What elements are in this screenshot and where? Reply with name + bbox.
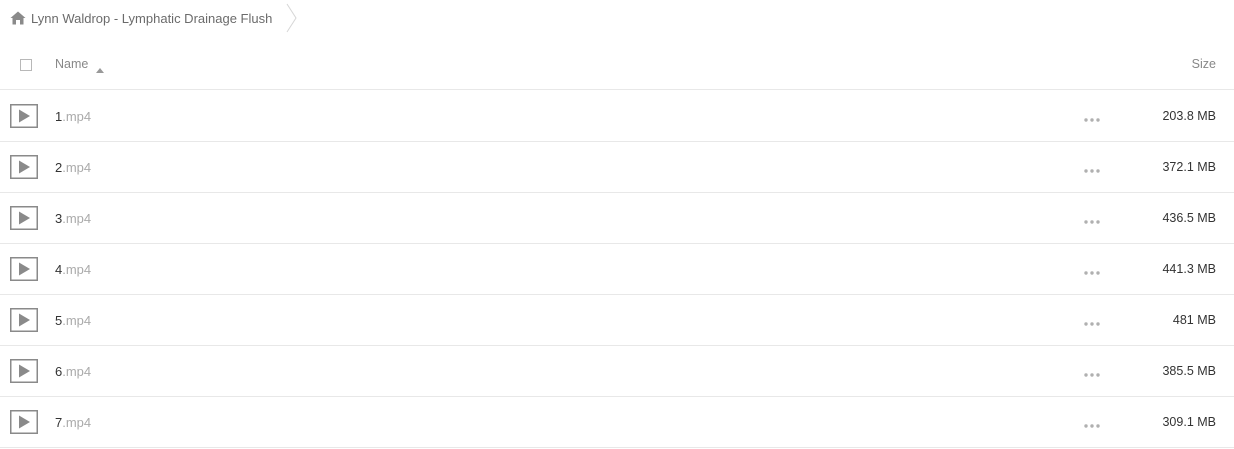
file-size: 436.5 MB: [1162, 211, 1216, 225]
ellipsis-icon: [1084, 220, 1100, 224]
file-name-extension: .mp4: [62, 109, 92, 124]
file-row[interactable]: 3.mp4 436.5 MB: [0, 193, 1234, 244]
list-header: Name Size: [0, 40, 1234, 90]
file-name-extension: .mp4: [62, 415, 92, 430]
file-size: 481 MB: [1172, 313, 1216, 327]
video-file-icon[interactable]: [10, 257, 38, 281]
file-browser: Lynn Waldrop - Lymphatic Drainage Flush …: [0, 0, 1234, 449]
home-icon[interactable]: [10, 11, 26, 25]
file-name[interactable]: 1.mp4: [55, 109, 91, 124]
file-name-extension: .mp4: [62, 262, 92, 277]
file-name[interactable]: 2.mp4: [55, 160, 91, 175]
column-header-name[interactable]: Name: [55, 57, 105, 73]
file-list: 1.mp4 203.8 MB 2.mp4 372.1 MB 3.mp4 436.…: [0, 91, 1234, 448]
video-file-icon[interactable]: [10, 410, 38, 434]
file-size: 309.1 MB: [1162, 415, 1216, 429]
file-name[interactable]: 6.mp4: [55, 364, 91, 379]
more-options-button[interactable]: [1083, 265, 1101, 275]
file-name[interactable]: 4.mp4: [55, 262, 91, 277]
ellipsis-icon: [1084, 271, 1100, 275]
file-name[interactable]: 7.mp4: [55, 415, 91, 430]
video-file-icon[interactable]: [10, 308, 38, 332]
file-row[interactable]: 4.mp4 441.3 MB: [0, 244, 1234, 295]
file-size: 372.1 MB: [1162, 160, 1216, 174]
file-name[interactable]: 5.mp4: [55, 313, 91, 328]
video-file-icon[interactable]: [10, 104, 38, 128]
ellipsis-icon: [1084, 169, 1100, 173]
more-options-button[interactable]: [1083, 418, 1101, 428]
file-row[interactable]: 5.mp4 481 MB: [0, 295, 1234, 346]
breadcrumb-label[interactable]: Lynn Waldrop - Lymphatic Drainage Flush: [31, 11, 272, 26]
file-row[interactable]: 1.mp4 203.8 MB: [0, 91, 1234, 142]
file-size: 385.5 MB: [1162, 364, 1216, 378]
more-options-button[interactable]: [1083, 112, 1101, 122]
video-file-icon[interactable]: [10, 155, 38, 179]
chevron-right-icon: [284, 0, 300, 36]
column-header-name-label: Name: [55, 57, 89, 71]
select-all-checkbox[interactable]: [20, 59, 32, 71]
ellipsis-icon: [1084, 373, 1100, 377]
breadcrumb-item-folder[interactable]: Lynn Waldrop - Lymphatic Drainage Flush: [10, 0, 276, 36]
file-name-extension: .mp4: [62, 211, 92, 226]
ellipsis-icon: [1084, 322, 1100, 326]
file-name-extension: .mp4: [62, 160, 92, 175]
file-size: 203.8 MB: [1162, 109, 1216, 123]
file-row[interactable]: 7.mp4 309.1 MB: [0, 397, 1234, 448]
ellipsis-icon: [1084, 118, 1100, 122]
file-row[interactable]: 6.mp4 385.5 MB: [0, 346, 1234, 397]
video-file-icon[interactable]: [10, 206, 38, 230]
video-file-icon[interactable]: [10, 359, 38, 383]
more-options-button[interactable]: [1083, 316, 1101, 326]
sort-ascending-icon: [96, 62, 105, 73]
more-options-button[interactable]: [1083, 214, 1101, 224]
file-size: 441.3 MB: [1162, 262, 1216, 276]
more-options-button[interactable]: [1083, 163, 1101, 173]
file-row[interactable]: 2.mp4 372.1 MB: [0, 142, 1234, 193]
column-header-size[interactable]: Size: [1192, 57, 1216, 71]
file-name-extension: .mp4: [62, 364, 92, 379]
breadcrumb: Lynn Waldrop - Lymphatic Drainage Flush: [10, 0, 300, 36]
ellipsis-icon: [1084, 424, 1100, 428]
file-name[interactable]: 3.mp4: [55, 211, 91, 226]
more-options-button[interactable]: [1083, 367, 1101, 377]
file-name-extension: .mp4: [62, 313, 92, 328]
